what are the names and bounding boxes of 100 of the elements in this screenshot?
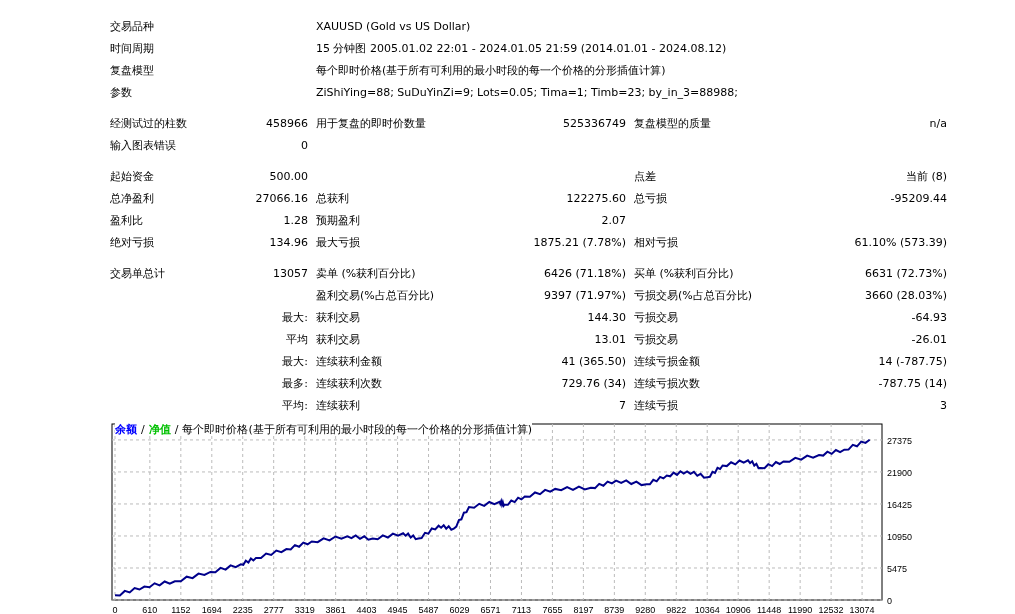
stat-label: 输入图表错误 [110,138,177,154]
stat-value: 41 (365.50) [560,354,626,370]
y-tick-label: 16425 [887,499,913,510]
stat-value: 134.96 [268,235,308,251]
x-tick-label: 4403 [356,605,377,614]
stat-value: 1875.21 (7.78%) [532,235,626,251]
x-tick-label: 12532 [818,605,844,614]
x-tick-label: 6571 [480,605,501,614]
stat-value: 当前 (8) [904,169,947,185]
stat-label: 获利交易 [316,332,361,348]
stat-label: 总净盈利 [110,191,155,207]
x-tick-label: 7113 [511,605,532,614]
x-tick-label: 7655 [542,605,563,614]
stat-value: 9397 (71.97%) [542,288,626,304]
stat-label: 连续亏损 [634,398,679,414]
stat-value: 最大: [281,310,308,326]
stat-label: 总亏损 [634,191,668,207]
field-value: 每个即时价格(基于所有可利用的最小时段的每一个价格的分形插值计算) [316,63,667,79]
stat-label: 连续亏损金额 [634,354,701,370]
legend-text: 余额 [115,423,137,436]
stat-label: 亏损交易 [634,310,679,326]
stat-value: 729.76 (34) [560,376,626,392]
stat-value: 最多: [281,376,308,392]
x-tick-label: 2777 [263,605,284,614]
legend-text: / [174,423,179,436]
stat-value: -64.93 [910,310,947,326]
field-value: XAUUSD (Gold vs US Dollar) [316,19,472,35]
stat-value: 27066.16 [254,191,308,207]
stat-value: -26.01 [910,332,947,348]
stat-value: 61.10% (573.39) [853,235,947,251]
x-tick-label: 1694 [201,605,222,614]
x-tick-label: 10364 [694,605,720,614]
stat-value: 6426 (71.18%) [542,266,626,282]
x-tick-label: 1152 [171,605,191,614]
stat-label: 卖单 (%获利百分比) [316,266,417,282]
stat-label: 连续获利次数 [316,376,383,392]
x-tick-label: 2235 [232,605,253,614]
x-tick-label: 8197 [573,605,594,614]
y-tick-label: 5475 [887,564,908,574]
stat-label: 经测试过的柱数 [110,116,188,132]
stat-value: 2.07 [600,213,626,229]
x-tick-label: 610 [142,605,158,614]
stat-label: 获利交易 [316,310,361,326]
field-value: 15 分钟图 2005.01.02 22:01 - 2024.01.05 21:59 (2014.01.01 - 2024.08.12) [316,41,728,57]
stat-label: 连续获利 [316,398,361,414]
stat-value: 525336749 [562,116,626,132]
stat-value: -787.75 (14) [877,376,947,392]
field-label: 交易品种 [110,19,155,35]
stat-label: 总获利 [316,191,350,207]
x-tick-label: 8739 [604,605,625,614]
legend-text: 净值 [148,423,171,436]
field-label: 参数 [110,85,133,101]
x-tick-label: 10906 [725,605,751,614]
stat-label: 连续亏损次数 [634,376,701,392]
stat-value: n/a [928,116,947,132]
stat-label: 亏损交易(%占总百分比) [634,288,754,304]
x-tick-label: 5487 [418,605,439,614]
stat-value: 122275.60 [565,191,626,207]
field-label: 复盘模型 [110,63,155,79]
x-tick-label: 6029 [449,605,470,614]
stat-label: 买单 (%获利百分比) [634,266,735,282]
stat-value: 458966 [265,116,308,132]
stat-value: -95209.44 [889,191,947,207]
stat-value: 1.28 [282,213,308,229]
stat-label: 亏损交易 [634,332,679,348]
stat-label: 交易单总计 [110,266,166,282]
field-label: 时间周期 [110,41,155,57]
stat-label: 相对亏损 [634,235,679,251]
stat-value: 3660 (28.03%) [863,288,947,304]
x-tick-label: 9822 [666,605,687,614]
stat-value: 3 [939,398,947,414]
x-tick-label: 3319 [294,605,315,614]
stat-value: 平均 [285,332,308,348]
x-tick-label: 9280 [635,605,656,614]
stat-label: 最大亏损 [316,235,361,251]
stat-label: 盈利交易(%占总百分比) [316,288,436,304]
stat-label: 预期盈利 [316,213,361,229]
stat-label: 盈利比 [110,213,144,229]
stat-label: 用于复盘的即时价数量 [316,116,427,132]
stat-label: 复盘模型的质量 [634,116,712,132]
stat-value: 7 [618,398,626,414]
stat-label: 连续获利金额 [316,354,383,370]
legend-text: / [141,423,145,436]
stat-label: 起始资金 [110,169,155,185]
stat-value: 平均: [281,398,308,414]
stat-value: 500.00 [268,169,308,185]
stat-value: 14 (-787.75) [877,354,947,370]
legend-text: 每个即时价格(基于所有可利用的最小时段的每一个价格的分形插值计算) [182,423,533,436]
x-tick-label: 3861 [325,605,346,614]
stat-label: 点差 [634,169,657,185]
field-value: ZiShiYing=88; SuDuYinZi=9; Lots=0.05; Tima=1; Timb=23; by_in_3=88988; [316,85,740,101]
x-tick-label: 11448 [757,605,782,614]
x-tick-label: 4945 [387,605,408,614]
x-tick-label: 13074 [849,605,875,614]
x-tick-label: 11990 [787,605,813,614]
stat-value: 6631 (72.73%) [863,266,947,282]
stat-value: 13057 [272,266,308,282]
stat-label: 绝对亏损 [110,235,155,251]
y-tick-label: 21900 [887,467,913,478]
stat-value: 144.30 [586,310,626,326]
